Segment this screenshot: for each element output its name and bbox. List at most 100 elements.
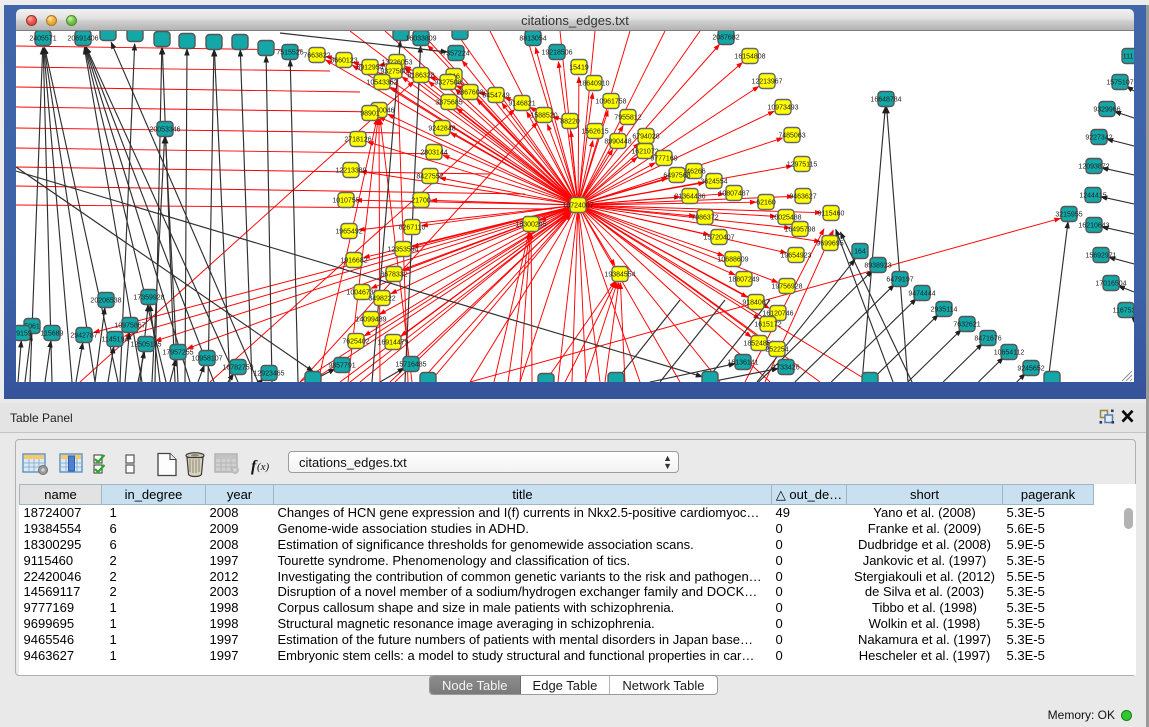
svg-text:9245652: 9245652	[1017, 365, 1044, 372]
svg-text:115689: 115689	[41, 330, 64, 337]
svg-text:19654923: 19654923	[780, 252, 811, 259]
svg-text:14099489: 14099489	[355, 316, 386, 323]
svg-text:20206538: 20206538	[90, 297, 121, 304]
svg-text:18807249: 18807249	[728, 276, 759, 283]
svg-text:7625402: 7625402	[342, 338, 369, 345]
svg-text:7986372: 7986372	[691, 214, 718, 221]
svg-text:12213389: 12213389	[335, 167, 366, 174]
svg-text:17359928: 17359928	[133, 294, 164, 301]
svg-text:8938923: 8938923	[864, 262, 891, 269]
svg-text:8678332: 8678332	[380, 271, 407, 278]
svg-text:1588520: 1588520	[530, 112, 557, 119]
svg-text:2867608: 2867608	[456, 89, 483, 96]
svg-text:9184067: 9184067	[742, 299, 769, 306]
svg-text:12923465: 12923465	[253, 370, 284, 377]
svg-text:16210643: 16210643	[1078, 222, 1109, 229]
svg-text:15419: 15419	[569, 64, 589, 71]
svg-text:16648784: 16648784	[870, 96, 901, 103]
svg-text:8813054: 8813054	[519, 35, 546, 42]
svg-text:98901: 98901	[360, 110, 380, 117]
svg-text:8471676: 8471676	[974, 335, 1001, 342]
svg-text:19218506: 19218506	[541, 49, 572, 56]
svg-text:3215955: 3215955	[1055, 211, 1082, 218]
svg-text:7632621: 7632621	[953, 321, 980, 328]
svg-text:16033809: 16033809	[405, 35, 436, 42]
svg-text:6497568: 6497568	[663, 172, 690, 179]
svg-text:9327508: 9327508	[434, 79, 461, 86]
svg-text:62160: 62160	[756, 199, 776, 206]
svg-text:1562615: 1562615	[581, 128, 608, 135]
svg-text:18640910: 18640910	[578, 80, 609, 87]
svg-text:1145194: 1145194	[102, 336, 129, 343]
svg-text:20691406: 20691406	[67, 35, 98, 42]
svg-text:2942787: 2942787	[70, 332, 97, 339]
svg-text:12213967: 12213967	[751, 78, 782, 85]
svg-text:19756928: 19756928	[771, 283, 802, 290]
svg-text:9242848: 9242848	[428, 125, 455, 132]
svg-text:12505135: 12505135	[130, 341, 161, 348]
svg-text:1733426: 1733426	[772, 364, 799, 371]
svg-text:9474444: 9474444	[908, 290, 935, 297]
svg-text:7955812: 7955812	[614, 114, 641, 121]
svg-text:1916682: 1916682	[340, 257, 367, 264]
svg-text:1965492: 1965492	[335, 228, 362, 235]
svg-text:1575107: 1575107	[1106, 79, 1133, 86]
svg-text:16914479: 16914479	[377, 339, 408, 346]
svg-text:9857791: 9857791	[328, 362, 355, 369]
svg-text:8454749: 8454749	[482, 92, 509, 99]
svg-text:2803144: 2803144	[420, 149, 447, 156]
svg-text:16782759: 16782759	[222, 364, 253, 371]
svg-text:9463627: 9463627	[789, 193, 816, 200]
svg-text:18300295: 18300295	[515, 221, 546, 228]
svg-text:15692971: 15692971	[1085, 252, 1116, 259]
svg-text:1010755: 1010755	[332, 197, 359, 204]
svg-text:9227342: 9227342	[1085, 134, 1112, 141]
svg-text:12353594: 12353594	[387, 246, 418, 253]
svg-text:17016504: 17016504	[1095, 280, 1126, 287]
svg-text:21364436: 21364436	[674, 193, 705, 200]
svg-text:2718126: 2718126	[344, 136, 371, 143]
svg-text:9699695: 9699695	[816, 240, 843, 247]
svg-text:2087682: 2087682	[712, 34, 739, 41]
svg-text:8990448: 8990448	[604, 138, 631, 145]
svg-text:20053346: 20053346	[149, 126, 180, 133]
svg-text:(x): (x)	[257, 461, 270, 473]
svg-text:10688609: 10688609	[717, 256, 748, 263]
svg-text:1615172: 1615172	[754, 321, 781, 328]
svg-text:1621072: 1621072	[631, 148, 658, 155]
svg-text:8660123: 8660123	[330, 57, 357, 64]
svg-text:9146821: 9146821	[508, 100, 535, 107]
svg-text:15716485: 15716485	[395, 361, 426, 368]
svg-text:2405571: 2405571	[29, 35, 56, 42]
svg-text:8267110: 8267110	[399, 224, 426, 231]
svg-text:8427552: 8427552	[416, 173, 443, 180]
svg-text:7663822: 7663822	[303, 52, 330, 59]
svg-text:16154808: 16154808	[734, 53, 765, 60]
svg-text:9329966: 9329966	[1093, 106, 1120, 113]
svg-text:8186328: 8186328	[407, 72, 434, 79]
svg-text:10961758: 10961758	[595, 98, 626, 105]
svg-text:15720407: 15720407	[703, 234, 734, 241]
svg-text:10543362: 10543362	[366, 79, 397, 86]
svg-text:12093872: 12093872	[1078, 163, 1109, 170]
svg-text:19384554: 19384554	[604, 271, 635, 278]
svg-text:10973493: 10973493	[767, 104, 798, 111]
svg-text:252254: 252254	[765, 346, 788, 353]
svg-text:7357224: 7357224	[442, 50, 469, 57]
svg-text:3624554: 3624554	[700, 178, 727, 185]
svg-text:18724007: 18724007	[562, 202, 593, 209]
svg-text:10975867: 10975867	[114, 322, 145, 329]
svg-text:1117: 1117	[1123, 53, 1134, 60]
svg-text:3875685: 3875685	[435, 99, 462, 106]
svg-text:10025488: 10025488	[770, 214, 801, 221]
svg-text:39159: 39159	[16, 330, 32, 337]
svg-text:16495798: 16495798	[784, 226, 815, 233]
svg-text:16136141: 16136141	[727, 359, 758, 366]
svg-text:9115460: 9115460	[818, 210, 845, 217]
svg-text:6794028: 6794028	[632, 133, 659, 140]
svg-text:2935114: 2935114	[931, 306, 958, 313]
svg-text:10807487: 10807487	[718, 190, 749, 197]
svg-text:9777169: 9777169	[650, 155, 677, 162]
svg-text:6479197: 6479197	[886, 276, 913, 283]
svg-text:10958107: 10958107	[191, 355, 222, 362]
